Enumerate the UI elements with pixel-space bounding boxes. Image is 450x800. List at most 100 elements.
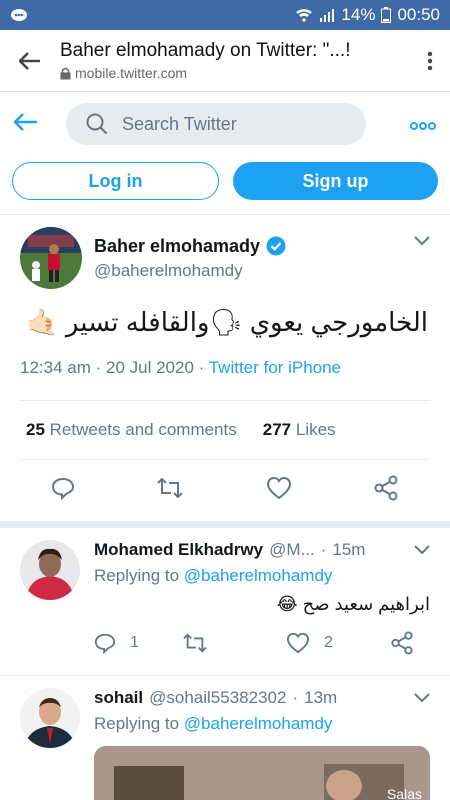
- tweet-stats: 25 Retweets and comments 277 Likes: [20, 400, 430, 460]
- clock: 00:50: [397, 5, 440, 24]
- reply-header: sohail @sohail55382302 · 13m: [94, 688, 430, 708]
- meta-separator: ·: [198, 358, 209, 377]
- author-info: Baher elmohamady @baherelmohamdy: [94, 236, 286, 281]
- signal-icon: [319, 8, 335, 22]
- likes-label: Likes: [295, 420, 336, 439]
- signup-button[interactable]: Sign up: [233, 162, 438, 200]
- reply-menu-button[interactable]: [414, 542, 430, 560]
- reply-retweet-button[interactable]: [182, 632, 286, 654]
- share-button[interactable]: [373, 475, 399, 506]
- status-bar: 14% 00:50: [0, 0, 450, 30]
- reply-tweet[interactable]: sohail @sohail55382302 · 13m Replying to…: [0, 676, 450, 800]
- reply-header: Mohamed Elkhadrwy @M... · 15m: [94, 540, 430, 560]
- heart-icon: [286, 632, 310, 654]
- more-options-button[interactable]: [410, 113, 436, 136]
- tweet-source-link[interactable]: Twitter for iPhone: [209, 358, 341, 377]
- tweet-author: Baher elmohamady @baherelmohamdy: [20, 227, 430, 289]
- reply-like-button[interactable]: 2: [286, 632, 390, 654]
- search-placeholder: Search Twitter: [122, 113, 237, 134]
- reply-author-name[interactable]: Mohamed Elkhadrwy: [94, 540, 263, 560]
- browser-title-area[interactable]: Baher elmohamady on Twitter: "...! mobil…: [60, 40, 410, 81]
- retweets-label: Retweets and comments: [49, 420, 237, 439]
- tweet-actions: [0, 460, 450, 522]
- replying-to-link[interactable]: @baherelmohamdy: [184, 714, 333, 733]
- likes-stat[interactable]: 277 Likes: [263, 420, 336, 440]
- browser-menu-button[interactable]: [410, 51, 450, 71]
- author-handle: @baherelmohamdy: [94, 260, 243, 280]
- twitter-back-button[interactable]: [13, 112, 38, 136]
- share-icon: [374, 475, 398, 501]
- heart-icon: [266, 476, 291, 500]
- battery-icon: [381, 7, 392, 23]
- reply-text: ابراهيم سعيد صح 😂: [276, 594, 430, 614]
- chevron-down-icon: [414, 545, 430, 555]
- retweet-icon: [157, 477, 183, 499]
- like-count: 2: [324, 634, 333, 651]
- login-button[interactable]: Log in: [12, 162, 219, 200]
- arrow-left-icon: [19, 51, 40, 70]
- page-title: Baher elmohamady on Twitter: "...!: [60, 40, 351, 61]
- reply-body: Mohamed Elkhadrwy @M... · 15m Replying t…: [94, 540, 430, 667]
- app-notification-icon: [10, 8, 28, 22]
- reply-button[interactable]: [51, 476, 75, 505]
- wifi-icon: [295, 8, 313, 22]
- replying-to: Replying to @baherelmohamdy: [94, 566, 430, 586]
- replying-to-link[interactable]: @baherelmohamdy: [184, 566, 333, 585]
- chevron-down-icon: [414, 236, 430, 246]
- retweets-count: 25: [26, 420, 45, 439]
- author-name-row[interactable]: Baher elmohamady: [94, 236, 286, 257]
- replying-prefix: Replying to: [94, 714, 180, 733]
- reply-tweet[interactable]: Mohamed Elkhadrwy @M... · 15m Replying t…: [0, 528, 450, 667]
- reply-author-handle: @M...: [269, 540, 315, 559]
- avatar[interactable]: [20, 227, 82, 289]
- tweet-text: الخامورجي يعوي 🗣والقافله تسير 🤙🏻: [26, 307, 428, 337]
- chevron-down-icon: [414, 693, 430, 703]
- avatar[interactable]: [20, 688, 80, 748]
- retweet-icon: [183, 633, 207, 653]
- meta-separator: ·: [95, 358, 107, 377]
- arrow-left-icon: [13, 112, 37, 131]
- lock-icon: [60, 67, 71, 79]
- horizontal-dots-icon: [410, 121, 436, 130]
- url-bar: mobile.twitter.com: [60, 65, 410, 81]
- reply-count: 1: [130, 634, 139, 651]
- tweet-time[interactable]: 12:34 am: [20, 358, 91, 377]
- reply-dot: ·: [292, 688, 299, 707]
- avatar[interactable]: [20, 540, 80, 600]
- media-caption: Salas: [386, 786, 422, 800]
- reply-share-button[interactable]: [390, 631, 414, 655]
- tweet-date[interactable]: 20 Jul 2020: [106, 358, 194, 377]
- reply-time[interactable]: 13m: [304, 688, 337, 708]
- battery-percent: 14%: [341, 5, 376, 24]
- reply-body: sohail @sohail55382302 · 13m Replying to…: [94, 688, 430, 800]
- tweet-meta: 12:34 am · 20 Jul 2020 · Twitter for iPh…: [20, 358, 430, 378]
- status-left: [10, 8, 28, 22]
- browser-toolbar: Baher elmohamady on Twitter: "...! mobil…: [0, 30, 450, 92]
- search-icon: [86, 113, 108, 135]
- reply-menu-button[interactable]: [414, 690, 430, 708]
- main-tweet: Baher elmohamady @baherelmohamdy الخامور…: [0, 215, 450, 460]
- reply-author-name[interactable]: sohail: [94, 688, 143, 708]
- like-button[interactable]: [266, 476, 292, 505]
- reply-author-handle: @sohail55382302: [149, 688, 287, 707]
- likes-count: 277: [262, 420, 292, 439]
- tweet-menu-button[interactable]: [414, 233, 430, 251]
- reply-time[interactable]: 15m: [332, 540, 365, 560]
- url-text: mobile.twitter.com: [75, 65, 188, 81]
- retweet-button[interactable]: [156, 476, 184, 505]
- reply-icon: [51, 477, 74, 501]
- replying-to: Replying to @baherelmohamdy: [94, 714, 430, 734]
- reply-icon: [94, 633, 116, 654]
- search-input[interactable]: Search Twitter: [66, 103, 366, 145]
- vertical-dots-icon: [427, 51, 433, 70]
- status-right: 14% 00:50: [295, 5, 440, 25]
- verified-badge-icon: [266, 236, 286, 256]
- reply-actions: 1 2: [94, 619, 430, 667]
- reply-media-image[interactable]: Salas: [94, 746, 430, 800]
- reply-reply-button[interactable]: 1: [94, 632, 182, 654]
- browser-back-button[interactable]: [0, 51, 60, 70]
- twitter-header: Search Twitter: [0, 92, 450, 156]
- replying-prefix: Replying to: [94, 566, 180, 585]
- author-name: Baher elmohamady: [94, 235, 261, 256]
- retweets-stat[interactable]: 25 Retweets and comments: [26, 420, 237, 440]
